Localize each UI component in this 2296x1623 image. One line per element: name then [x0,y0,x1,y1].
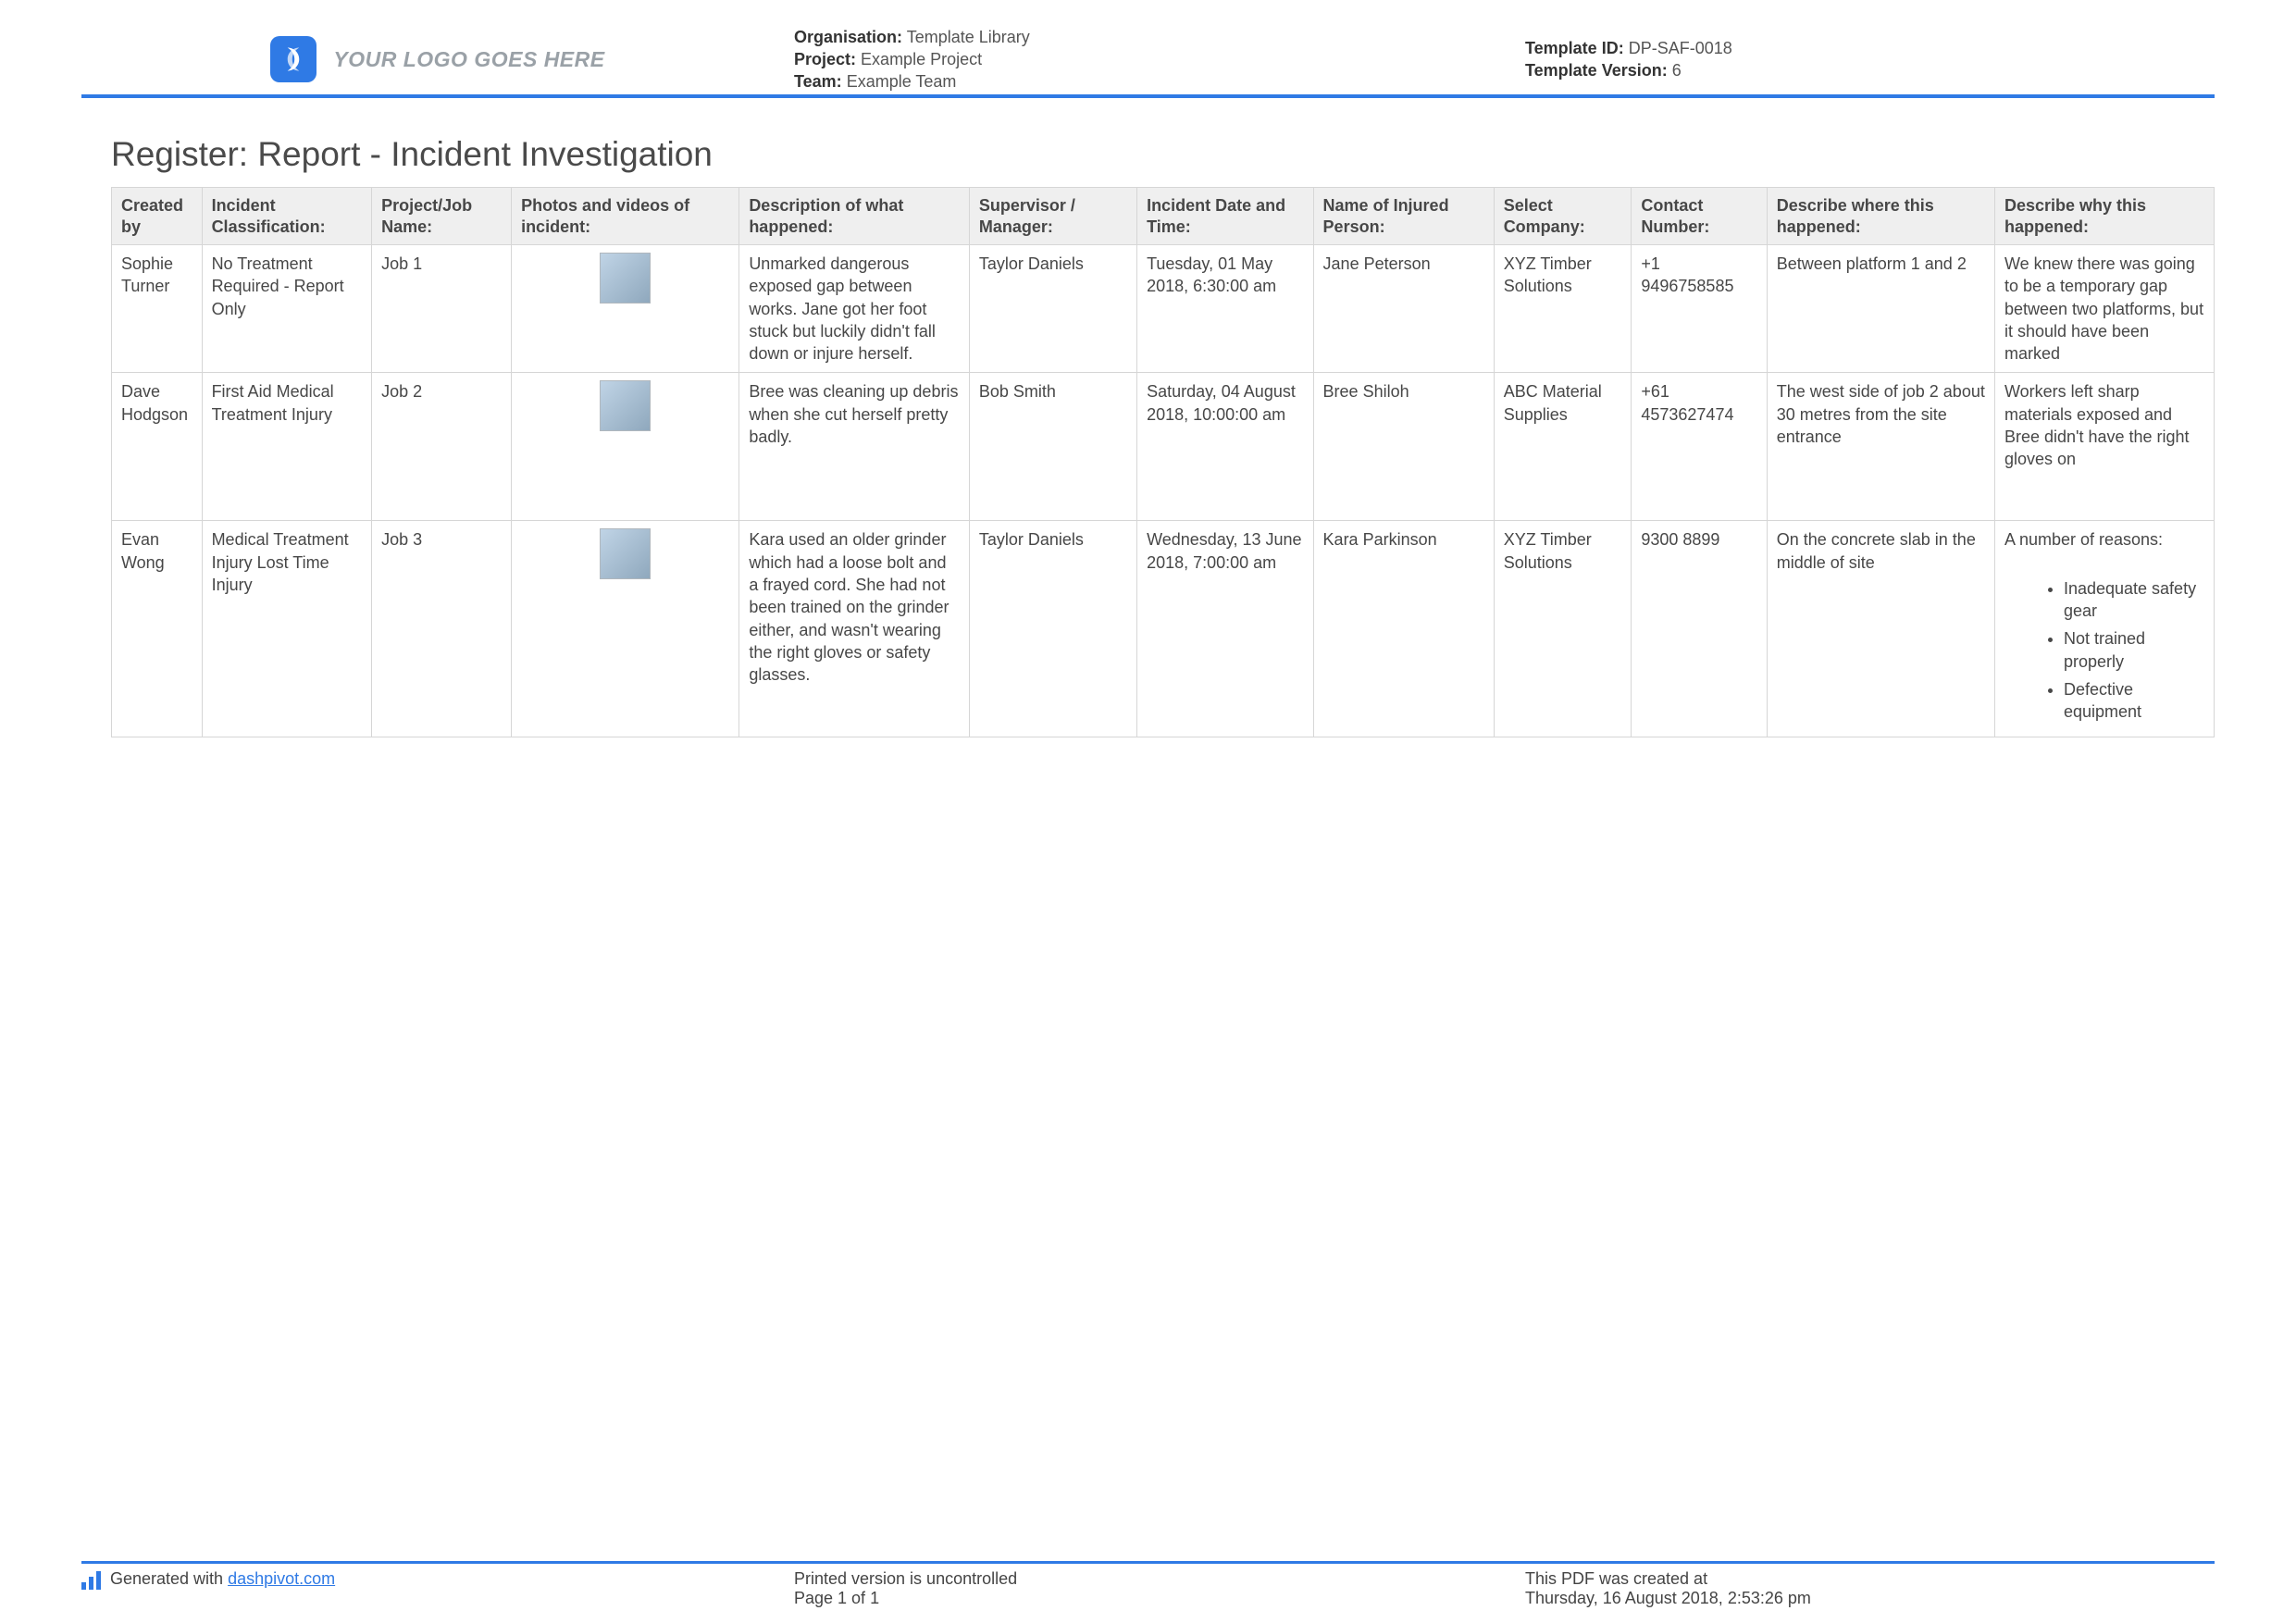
cell-description: Bree was cleaning up debris when she cut… [739,373,970,521]
why-bullet-item: Not trained properly [2064,627,2204,673]
col-contact: Contact Number: [1632,188,1767,245]
cell-photo [512,245,739,373]
organisation-label: Organisation: [794,28,902,46]
cell-why: A number of reasons: Inadequate safety ge… [1994,521,2214,737]
document-footer: Generated with dashpivot.com Printed ver… [81,1569,2215,1610]
organisation-value: Template Library [907,28,1030,46]
cell-company: XYZ Timber Solutions [1494,521,1632,737]
why-bullet-item: Defective equipment [2064,678,2204,724]
cell-classification: No Treatment Required - Report Only [202,245,372,373]
cell-supervisor: Bob Smith [969,373,1136,521]
table-row: Dave HodgsonFirst Aid Medical Treatment … [112,373,2215,521]
col-photos: Photos and videos of incident: [512,188,739,245]
col-supervisor: Supervisor / Manager: [969,188,1136,245]
page-title: Register: Report - Incident Investigatio… [111,135,713,174]
cell-job: Job 1 [372,245,512,373]
cell-company: XYZ Timber Solutions [1494,245,1632,373]
printed-uncontrolled-text: Printed version is uncontrolled [794,1569,1525,1589]
page: YOUR LOGO GOES HERE Organisation: Templa… [0,0,2296,1623]
footer-left: Generated with dashpivot.com [81,1569,794,1610]
document-header: YOUR LOGO GOES HERE Organisation: Templa… [81,28,2215,91]
header-meta-mid: Organisation: Template Library Project: … [794,28,1525,91]
cell-injured: Kara Parkinson [1313,521,1494,737]
table-head: Created by Incident Classification: Proj… [112,188,2215,245]
cell-contact: 9300 8899 [1632,521,1767,737]
footer-mid: Printed version is uncontrolled Page 1 o… [794,1569,1525,1610]
why-text: Workers left sharp materials exposed and… [2004,380,2204,470]
header-meta-right: Template ID: DP-SAF-0018 Template Versio… [1525,28,2215,91]
cell-created-by: Evan Wong [112,521,203,737]
cell-company: ABC Material Supplies [1494,373,1632,521]
app-logo-icon [270,36,316,82]
template-id-label: Template ID: [1525,39,1624,57]
template-id-value: DP-SAF-0018 [1629,39,1732,57]
cell-where: Between platform 1 and 2 [1767,245,1994,373]
col-datetime: Incident Date and Time: [1137,188,1313,245]
photo-thumbnail-icon [600,253,651,304]
cell-contact: +61 4573627474 [1632,373,1767,521]
team-label: Team: [794,72,842,91]
footer-divider [81,1561,2215,1564]
cell-description: Kara used an older grinder which had a l… [739,521,970,737]
col-injured: Name of Injured Person: [1313,188,1494,245]
generated-with-text: Generated with dashpivot.com [110,1569,335,1589]
cell-job: Job 2 [372,373,512,521]
col-why: Describe why this happened: [1994,188,2214,245]
photo-thumbnail-icon [600,380,651,431]
col-classification: Incident Classification: [202,188,372,245]
cell-injured: Jane Peterson [1313,245,1494,373]
col-job-name: Project/Job Name: [372,188,512,245]
cell-created-by: Sophie Turner [112,245,203,373]
team-value: Example Team [847,72,957,91]
cell-why: Workers left sharp materials exposed and… [1994,373,2214,521]
cell-where: The west side of job 2 about 30 metres f… [1767,373,1994,521]
table-row: Sophie TurnerNo Treatment Required - Rep… [112,245,2215,373]
project-label: Project: [794,50,856,68]
why-text: A number of reasons: [2004,528,2204,551]
table-row: Evan WongMedical Treatment Injury Lost T… [112,521,2215,737]
table-header-row: Created by Incident Classification: Proj… [112,188,2215,245]
bars-icon [81,1571,101,1590]
cell-created-by: Dave Hodgson [112,373,203,521]
template-version-value: 6 [1672,61,1682,80]
col-description: Description of what happened: [739,188,970,245]
dashpivot-link[interactable]: dashpivot.com [228,1569,335,1588]
col-company: Select Company: [1494,188,1632,245]
cell-why: We knew there was going to be a temporar… [1994,245,2214,373]
page-number-text: Page 1 of 1 [794,1589,1525,1608]
cell-datetime: Tuesday, 01 May 2018, 6:30:00 am [1137,245,1313,373]
created-at-label: This PDF was created at [1525,1569,2215,1589]
header-left: YOUR LOGO GOES HERE [81,28,794,91]
cell-photo [512,373,739,521]
why-text: We knew there was going to be a temporar… [2004,253,2204,365]
generated-prefix: Generated with [110,1569,228,1588]
cell-supervisor: Taylor Daniels [969,245,1136,373]
photo-thumbnail-icon [600,528,651,579]
cell-classification: First Aid Medical Treatment Injury [202,373,372,521]
col-where: Describe where this happened: [1767,188,1994,245]
why-bullet-item: Inadequate safety gear [2064,577,2204,623]
cell-datetime: Saturday, 04 August 2018, 10:00:00 am [1137,373,1313,521]
cell-photo [512,521,739,737]
footer-right: This PDF was created at Thursday, 16 Aug… [1525,1569,2215,1610]
why-bullets: Inadequate safety gearNot trained proper… [2064,577,2204,724]
cell-supervisor: Taylor Daniels [969,521,1136,737]
template-version-label: Template Version: [1525,61,1668,80]
register-table: Created by Incident Classification: Proj… [111,187,2215,737]
header-divider [81,94,2215,98]
created-at-value: Thursday, 16 August 2018, 2:53:26 pm [1525,1589,2215,1608]
cell-datetime: Wednesday, 13 June 2018, 7:00:00 am [1137,521,1313,737]
cell-contact: +1 9496758585 [1632,245,1767,373]
col-created-by: Created by [112,188,203,245]
register-table-wrap: Created by Incident Classification: Proj… [111,187,2215,737]
cell-description: Unmarked dangerous exposed gap between w… [739,245,970,373]
project-value: Example Project [861,50,982,68]
cell-job: Job 3 [372,521,512,737]
cell-classification: Medical Treatment Injury Lost Time Injur… [202,521,372,737]
cell-injured: Bree Shiloh [1313,373,1494,521]
logo-placeholder-text: YOUR LOGO GOES HERE [333,47,604,72]
table-body: Sophie TurnerNo Treatment Required - Rep… [112,245,2215,737]
cell-where: On the concrete slab in the middle of si… [1767,521,1994,737]
